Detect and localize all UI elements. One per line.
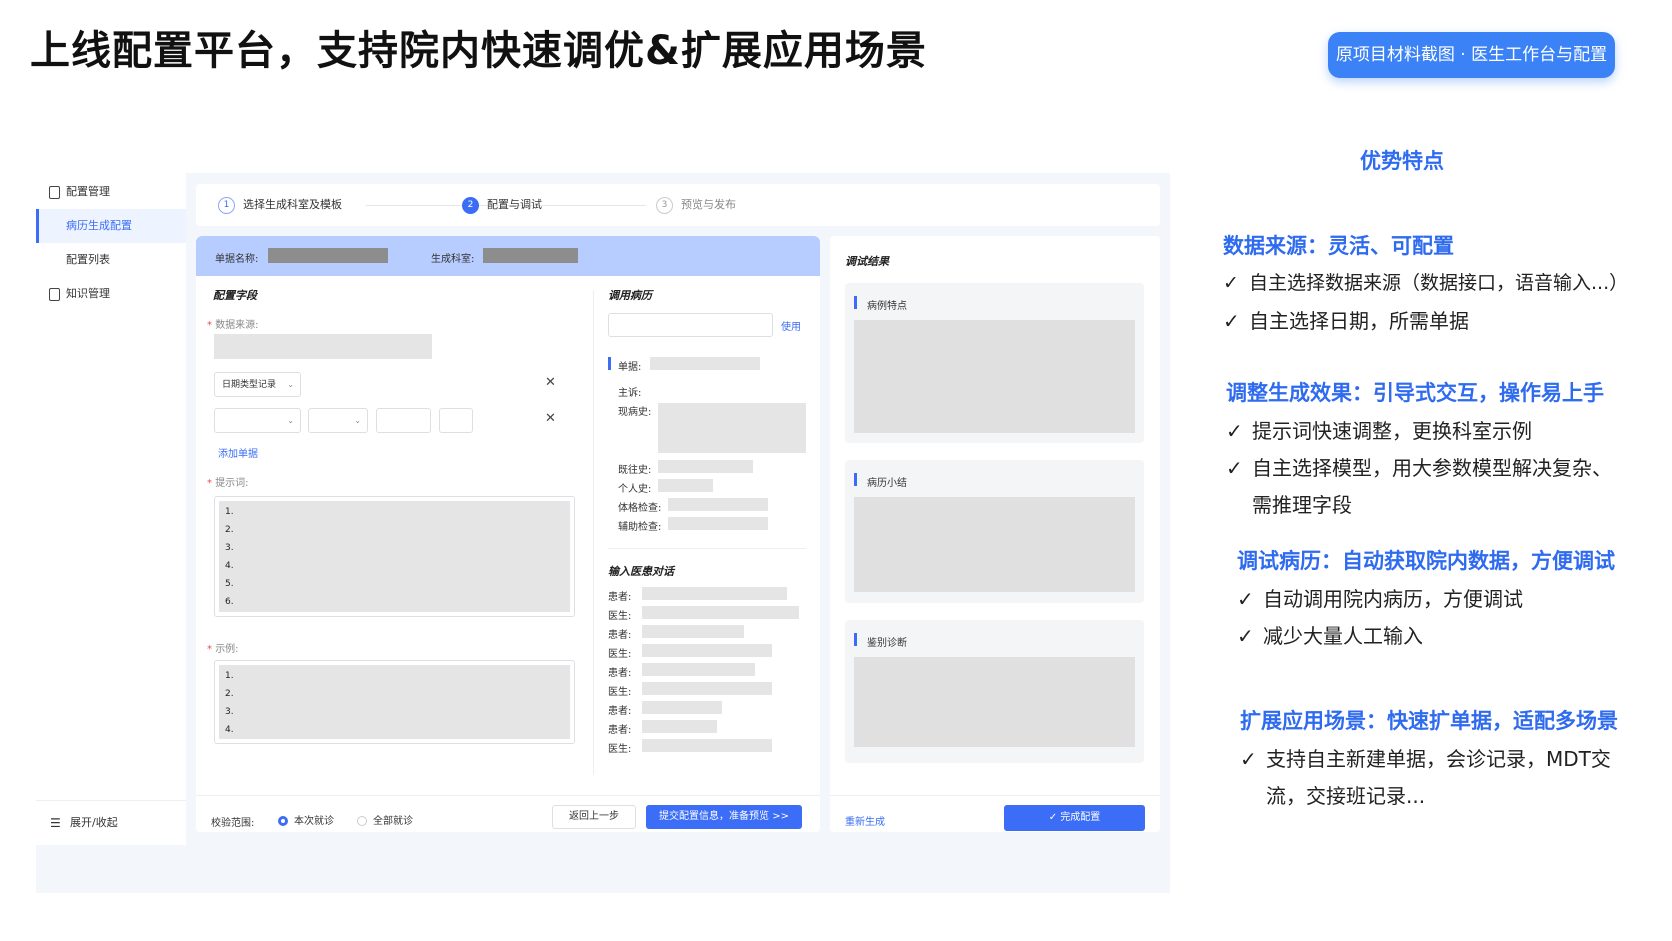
record-search-input[interactable] (608, 313, 773, 337)
feature-point: ✓ 自主选择模型，用大参数模型解决复杂、 (1226, 456, 1612, 480)
sidebar-item-knowledge-management[interactable]: 知识管理 (36, 277, 186, 311)
data-source-input[interactable] (214, 334, 432, 359)
feature-point: ✓ 自主选择数据来源（数据接口，语音输入...） (1223, 272, 1629, 294)
close-icon[interactable]: ✕ (545, 411, 556, 426)
feature-heading: 调试病历：自动获取院内数据，方便调试 (1237, 549, 1615, 573)
step-2[interactable]: 2 配置与调试 (462, 196, 542, 214)
doc-name-value (268, 248, 388, 263)
feature-point: ✓ 自主选择日期，所需单据 (1223, 309, 1469, 333)
regenerate-link[interactable]: 重新生成 (845, 813, 885, 828)
feature-point-continuation: 流，交接班记录... (1266, 784, 1426, 808)
scope-label: 校验范围: (211, 818, 255, 829)
feature-point: ✓ 自动调用院内病历，方便调试 (1237, 587, 1523, 611)
document-icon (49, 288, 60, 301)
config-fields-title: 配置字段 (213, 289, 257, 302)
step-connector (556, 205, 646, 206)
check-icon: ✓ (1237, 587, 1254, 611)
slide-title: 上线配置平台，支持院内快速调优&扩展应用场景 (30, 28, 927, 74)
chevron-down-icon: ⌄ (287, 380, 294, 389)
check-icon: ✓ (1240, 747, 1257, 771)
finish-config-button[interactable]: ✓ 完成配置 (1004, 805, 1145, 831)
check-icon: ✓ (1048, 812, 1061, 823)
form-header: 单据名称: 生成科室: (196, 236, 820, 276)
call-record-title: 调用病历 (608, 289, 652, 302)
dialog-title: 输入医患对话 (608, 565, 674, 578)
back-button[interactable]: 返回上一步 (552, 805, 636, 829)
steps-bar: 1 选择生成科室及模板 2 配置与调试 3 预览与发布 (196, 184, 1160, 226)
prompt-textarea[interactable]: 1. 2. 3. 4. 5. 6. (214, 496, 575, 617)
check-icon: ✓ (1226, 419, 1243, 443)
example-textarea[interactable]: 1. 2. 3. 4. (214, 660, 575, 744)
check-icon: ✓ (1226, 456, 1243, 480)
result-block-case-features: 病例特点 (845, 283, 1144, 443)
column-divider (593, 290, 594, 775)
sidebar-toggle[interactable]: ☰ 展开/收起 (36, 800, 186, 845)
radio-selected (278, 816, 288, 826)
debug-title: 调试结果 (845, 255, 889, 268)
sidebar-item-config-list[interactable]: 配置列表 (36, 243, 186, 277)
feature-point: ✓ 提示词快速调整，更换科室示例 (1226, 419, 1532, 443)
field-input-2[interactable] (439, 408, 473, 433)
radio-unselected (357, 816, 367, 826)
sidebar: 配置管理 病历生成配置 配置列表 知识管理 (36, 173, 186, 845)
field-select-1[interactable]: ⌄ (214, 408, 301, 433)
document-icon (49, 186, 60, 199)
submit-config-button[interactable]: 提交配置信息，准备预览 >> (646, 805, 802, 829)
result-block-diagnosis: 鉴别诊断 (845, 620, 1144, 763)
doc-label: 单据: (618, 362, 642, 373)
section-marker (608, 357, 611, 370)
step-1[interactable]: 1 选择生成科室及模板 (218, 196, 342, 214)
check-icon: ✓ (1223, 309, 1240, 333)
feature-heading: 数据来源：灵活、可配置 (1223, 234, 1454, 258)
feature-point: ✓ 减少大量人工输入 (1237, 624, 1423, 648)
field-input-1[interactable] (376, 408, 431, 433)
data-source-label: 数据来源: (207, 316, 258, 331)
source-badge: 原项目材料截图 · 医生工作台与配置 (1328, 32, 1615, 78)
check-icon: ✓ (1223, 272, 1239, 294)
step-3[interactable]: 3 预览与发布 (656, 196, 736, 214)
add-document-link[interactable]: 添加单据 (218, 445, 258, 460)
chevron-down-icon: ⌄ (287, 416, 294, 425)
advantages-title: 优势特点 (1360, 149, 1444, 173)
date-type-select[interactable]: 日期类型记录 ⌄ (214, 372, 301, 397)
check-icon: ✓ (1237, 624, 1254, 648)
feature-point: ✓ 支持自主新建单据，会诊记录，MDT交 (1240, 747, 1611, 771)
feature-heading: 扩展应用场景：快速扩单据，适配多场景 (1240, 709, 1618, 733)
feature-heading: 调整生成效果：引导式交互，操作易上手 (1226, 381, 1604, 405)
feature-point-continuation: 需推理字段 (1252, 493, 1352, 517)
scope-option-all[interactable]: 全部就诊 (357, 812, 413, 827)
chevron-down-icon: ⌄ (354, 416, 361, 425)
menu-icon: ☰ (50, 816, 61, 830)
dept-value (483, 248, 578, 263)
scope-option-current[interactable]: 本次就诊 (278, 812, 334, 827)
close-icon[interactable]: ✕ (545, 375, 556, 390)
result-block-summary: 病历小结 (845, 460, 1144, 603)
prompt-label: 提示词: (207, 474, 248, 489)
sidebar-item-record-generation-config[interactable]: 病历生成配置 (36, 209, 186, 243)
use-link[interactable]: 使用 (781, 318, 801, 333)
example-label: 示例: (207, 640, 238, 655)
sidebar-item-config-management[interactable]: 配置管理 (36, 175, 186, 209)
field-select-2[interactable]: ⌄ (308, 408, 368, 433)
